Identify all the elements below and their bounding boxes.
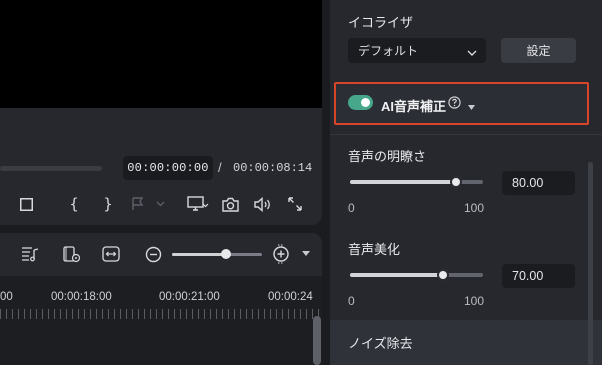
playback-scrubber[interactable] — [0, 166, 102, 171]
ai-enhance-label: AI音声補正 — [381, 99, 447, 114]
beautify-slider-knob[interactable] — [437, 269, 450, 281]
equalizer-preset-select[interactable]: デフォルト — [348, 38, 486, 63]
ruler-label: 00:00:18:00 — [51, 291, 112, 303]
section-divider — [330, 134, 602, 135]
clarity-slider[interactable] — [350, 176, 483, 188]
clarity-slider-fill — [350, 180, 457, 184]
expand-caret-icon[interactable] — [468, 98, 475, 116]
audio-list-icon[interactable] — [19, 243, 41, 265]
equalizer-preset-value: デフォルト — [358, 44, 419, 58]
beautify-slider[interactable] — [350, 269, 483, 281]
ruler-label: 00:00:21:00 — [159, 291, 220, 303]
clarity-max: 100 — [464, 201, 485, 215]
clarity-value-input[interactable]: 80.00 — [502, 171, 575, 195]
toggle-knob — [361, 98, 370, 107]
video-preview[interactable] — [0, 0, 322, 108]
ai-enhance-toggle[interactable] — [348, 95, 373, 110]
timeline-scrollbar[interactable] — [313, 316, 321, 365]
zoom-slider[interactable] — [172, 249, 262, 259]
noise-removal-section[interactable]: ノイズ除去 — [330, 320, 602, 365]
mark-in-icon[interactable]: { — [63, 193, 85, 215]
timeline-ruler[interactable]: 00 00:00:18:00 00:00:21:00 00:00:24 — [0, 276, 322, 365]
clarity-slider-knob[interactable] — [450, 176, 463, 188]
zoom-out-icon[interactable] — [142, 243, 164, 265]
time-separator: / — [218, 160, 222, 175]
help-icon[interactable] — [448, 96, 461, 114]
timeline-toolbar — [0, 233, 322, 276]
beautify-slider-fill — [350, 273, 444, 277]
total-duration: 00:00:08:14 — [233, 161, 313, 175]
zoom-slider-fill — [172, 253, 226, 256]
ai-enhance-row[interactable]: AI音声補正 — [334, 82, 589, 125]
ruler-label: 00:00:24 — [268, 291, 313, 303]
fullscreen-icon[interactable] — [284, 193, 306, 215]
clarity-min: 0 — [348, 201, 355, 215]
zoom-in-icon[interactable] — [270, 243, 292, 265]
noise-removal-label: ノイズ除去 — [348, 336, 413, 351]
equalizer-settings-button[interactable]: 設定 — [501, 38, 576, 63]
zoom-slider-knob[interactable] — [221, 249, 231, 259]
chevron-down-icon — [467, 46, 477, 60]
ruler-ticks — [0, 309, 322, 319]
marker-icon[interactable] — [131, 193, 171, 215]
render-preview-icon[interactable] — [61, 243, 83, 265]
beautify-max: 100 — [464, 294, 485, 308]
audio-properties-panel: イコライザ デフォルト 設定 AI音声補正 音声の明瞭さ 0 100 80.00 — [330, 0, 602, 365]
current-time[interactable]: 00:00:00:00 — [123, 156, 213, 180]
panel-scrollbar[interactable] — [588, 162, 593, 365]
volume-icon[interactable] — [252, 193, 274, 215]
beautify-min: 0 — [348, 294, 355, 308]
stop-icon[interactable] — [15, 193, 37, 215]
equalizer-title: イコライザ — [348, 15, 414, 30]
mark-out-icon[interactable]: } — [97, 193, 119, 215]
player-controls: 00:00:00:00 / 00:00:08:14 { } — [0, 108, 322, 225]
beautify-value-input[interactable]: 70.00 — [502, 264, 575, 288]
fit-icon[interactable] — [100, 243, 122, 265]
ruler-label: 00 — [0, 291, 13, 303]
toolbar-more-icon[interactable] — [298, 243, 314, 265]
display-icon[interactable] — [185, 193, 211, 215]
beautify-label: 音声美化 — [348, 242, 401, 257]
clarity-label: 音声の明瞭さ — [348, 149, 427, 164]
snapshot-icon[interactable] — [219, 193, 241, 215]
